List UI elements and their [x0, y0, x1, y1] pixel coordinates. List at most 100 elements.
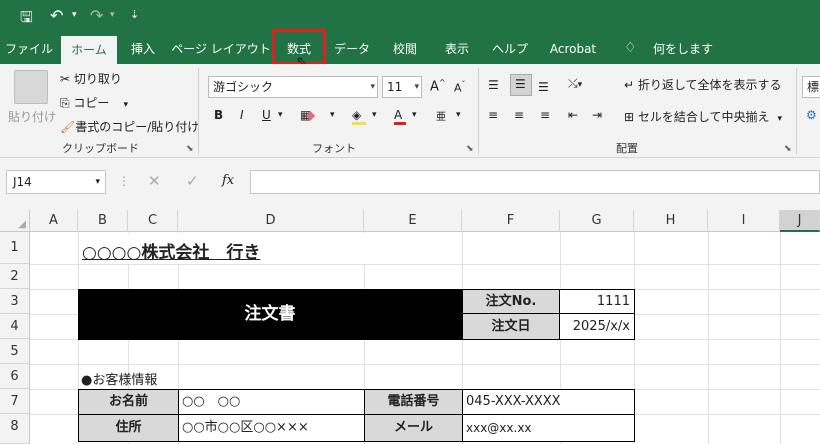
chevron-down-icon: ▾ [95, 177, 100, 187]
tab-data[interactable]: データ [328, 34, 376, 64]
increase-indent-icon[interactable]: ⇥ [592, 108, 602, 122]
underline-dropdown-icon[interactable]: ▾ [278, 110, 283, 120]
wrap-text-button[interactable]: ↵ 折り返して全体を表示する [624, 76, 782, 93]
clipboard-launcher-icon[interactable]: ⬊ [186, 144, 194, 154]
email-label-cell[interactable]: メール [364, 414, 463, 442]
align-bottom-icon[interactable]: ☰ [538, 80, 549, 94]
row-header-8[interactable]: 8 [0, 414, 30, 444]
row-header-2[interactable]: 2 [0, 264, 30, 289]
name-label-cell[interactable]: お名前 [78, 389, 179, 415]
company-title[interactable]: ○○○○株式会社 行き [82, 238, 260, 263]
tab-file[interactable]: ファイル [2, 34, 56, 64]
dropdown-icon[interactable]: ▾ [372, 110, 377, 120]
font-size-combo[interactable]: 11 ▾ [382, 76, 422, 98]
name-box[interactable]: J14 ▾ [6, 170, 106, 194]
col-header-g[interactable]: G [560, 210, 634, 232]
paste-button[interactable]: 貼り付け [8, 108, 56, 125]
italic-button[interactable]: I [240, 108, 244, 122]
phone-label-cell[interactable]: 電話番号 [364, 389, 463, 415]
number-format-combo[interactable]: 標 [802, 76, 820, 98]
font-name-combo[interactable]: 游ゴシック ▾ [208, 76, 378, 98]
dropdown-icon[interactable]: ▾ [412, 110, 417, 120]
undo-dropdown-icon[interactable]: ▾ [72, 10, 77, 20]
save-icon[interactable]: 🖫 [20, 7, 33, 32]
dropdown-icon[interactable]: ▾ [456, 110, 461, 120]
name-value-cell[interactable]: ○○ ○○ [178, 389, 365, 415]
col-header-j[interactable]: J [780, 210, 820, 232]
lightbulb-icon: ♢ [624, 40, 637, 56]
row-header-3[interactable]: 3 [0, 289, 30, 314]
align-middle-button[interactable]: ☰ [510, 74, 532, 96]
orientation-icon[interactable]: ⤯▾ [568, 76, 582, 91]
bold-button[interactable]: B [214, 108, 223, 122]
merge-center-button[interactable]: ⊞ セルを結合して中央揃え ▾ [624, 108, 782, 125]
align-center-icon[interactable]: ≡ [514, 108, 524, 122]
tab-home[interactable]: ホーム [61, 36, 117, 64]
tab-help[interactable]: ヘルプ [486, 34, 534, 64]
order-no-cell[interactable]: 1111 [559, 289, 635, 314]
grow-font-icon[interactable]: A^ [430, 78, 446, 94]
address-label-cell[interactable]: 住所 [78, 414, 179, 442]
align-right-icon[interactable]: ≡ [540, 108, 550, 122]
redo-dropdown-icon[interactable]: ▾ [110, 10, 115, 20]
align-top-icon[interactable]: ☰ [488, 78, 499, 92]
customer-section-label[interactable]: ●お客様情報 [81, 369, 157, 388]
order-date-cell[interactable]: 2025/x/x [559, 313, 635, 340]
order-date-label-cell[interactable]: 注文日 [462, 313, 560, 340]
cut-button[interactable]: ✂ 切り取り [60, 70, 122, 87]
font-color-icon[interactable]: A [394, 108, 406, 125]
col-header-h[interactable]: H [634, 210, 708, 232]
order-no-label-cell[interactable]: 注文No. [462, 289, 560, 314]
format-painter-button[interactable]: 🖌書式のコピー/貼り付け [60, 118, 199, 135]
group-divider [796, 68, 797, 154]
fill-color-icon[interactable]: ◈ [352, 108, 366, 125]
ribbon-home: 貼り付け ✂ 切り取り ⎘ コピー ▾ 🖌書式のコピー/貼り付け クリップボード … [0, 64, 820, 158]
col-header-d[interactable]: D [178, 210, 364, 232]
alignment-group-label: 配置 [616, 142, 638, 155]
address-value-cell[interactable]: ○○市○○区○○××× [178, 414, 365, 442]
tab-page-layout[interactable]: ページ レイアウト [170, 34, 272, 64]
phonetic-icon[interactable]: 亜 [436, 108, 446, 123]
col-header-a[interactable]: A [30, 210, 78, 232]
underline-button[interactable]: U [262, 108, 271, 122]
enter-icon[interactable]: ✓ [186, 172, 199, 190]
align-left-icon[interactable]: ≡ [488, 108, 498, 122]
col-header-i[interactable]: I [708, 210, 780, 232]
copy-dropdown-icon[interactable]: ▾ [123, 100, 128, 110]
tab-review[interactable]: 校閲 [382, 34, 428, 64]
row-header-1[interactable]: 1 [0, 232, 30, 264]
select-all-button[interactable]: ◢ [0, 210, 30, 232]
col-header-f[interactable]: F [462, 210, 560, 232]
customize-toolbar-icon[interactable]: ⇣ [130, 8, 139, 21]
undo-icon[interactable]: ↶ [50, 6, 63, 25]
col-header-c[interactable]: C [128, 210, 178, 232]
col-header-e[interactable]: E [364, 210, 462, 232]
email-value-cell[interactable]: xxx@xx.xx [462, 414, 635, 442]
insert-function-button[interactable]: fx [222, 173, 234, 188]
redo-icon[interactable]: ↷ [90, 6, 103, 25]
tab-acrobat[interactable]: Acrobat [542, 34, 604, 64]
formula-input[interactable] [250, 170, 820, 194]
tell-me-search[interactable]: 何をしますか [648, 34, 718, 86]
eraser-icon[interactable]: ◆ [306, 108, 315, 122]
currency-icon[interactable]: ⚙ [806, 108, 817, 122]
decrease-indent-icon[interactable]: ⇤ [568, 108, 578, 122]
tab-view[interactable]: 表示 [434, 34, 480, 64]
format-painter-label: 書式のコピー/貼り付け [75, 120, 200, 134]
row-header-4[interactable]: 4 [0, 314, 30, 339]
cancel-icon[interactable]: ✕ [148, 172, 161, 190]
order-title-block[interactable]: 注文書 [78, 289, 462, 340]
row-header-7[interactable]: 7 [0, 389, 30, 414]
shrink-font-icon[interactable]: Aˇ [454, 80, 466, 95]
alignment-launcher-icon[interactable]: ⬊ [784, 144, 792, 154]
row-header-6[interactable]: 6 [0, 364, 30, 389]
col-header-b[interactable]: B [78, 210, 128, 232]
column-headers: ◢ A B C D E F G H I J [0, 210, 820, 232]
row-header-5[interactable]: 5 [0, 339, 30, 364]
name-box-value: J14 [13, 175, 32, 189]
copy-button[interactable]: ⎘ コピー ▾ [60, 94, 128, 111]
font-launcher-icon[interactable]: ⬊ [466, 144, 474, 154]
phone-value-cell[interactable]: 045-XXX-XXXX [462, 389, 635, 415]
dropdown-icon[interactable]: ▾ [330, 110, 335, 120]
tab-insert[interactable]: 挿入 [120, 34, 166, 64]
